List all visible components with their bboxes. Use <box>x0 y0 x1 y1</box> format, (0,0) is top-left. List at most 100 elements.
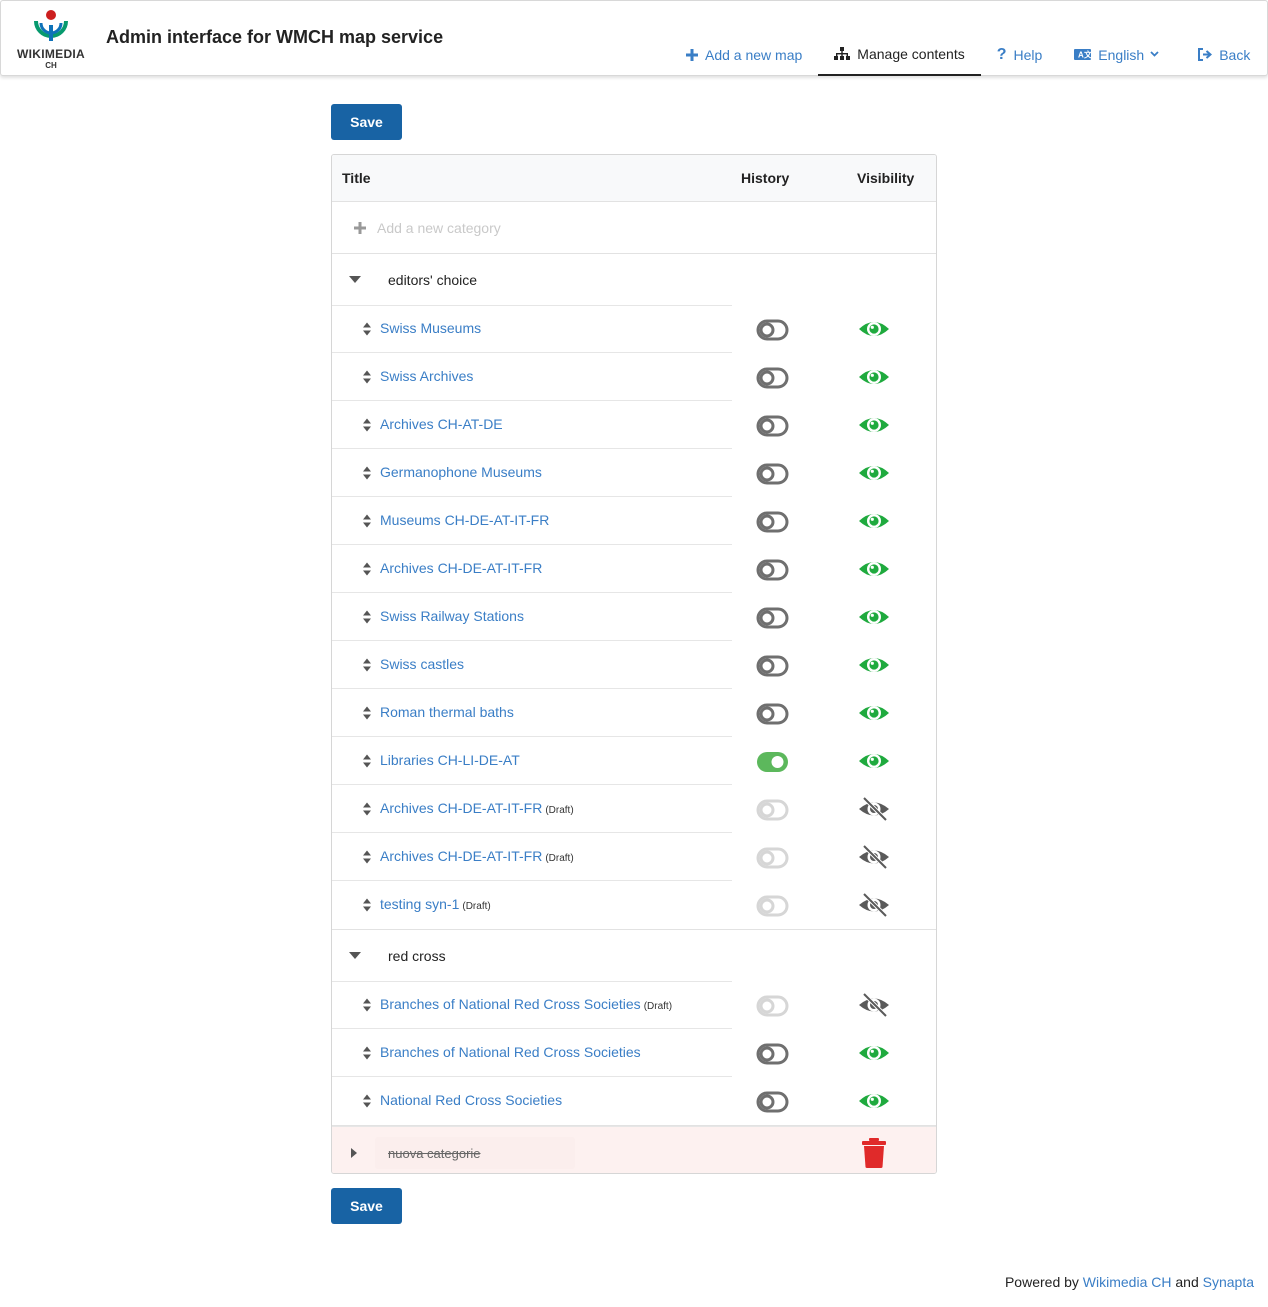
map-title-link[interactable]: Branches of National Red Cross Societies… <box>380 996 672 1012</box>
sort-handle-icon[interactable] <box>362 705 372 721</box>
eye-icon[interactable] <box>857 701 891 725</box>
chevron-down-icon <box>1150 49 1159 60</box>
sort-handle-icon[interactable] <box>362 657 372 673</box>
eye-icon[interactable] <box>857 509 891 533</box>
eye-slash-icon[interactable] <box>857 844 891 870</box>
top-bar: WIKIMEDIA CH Admin interface for WMCH ma… <box>0 0 1268 76</box>
map-title: testing syn-1 <box>380 896 460 912</box>
map-title-link[interactable]: Archives CH-AT-DE <box>380 416 503 432</box>
sort-handle-icon[interactable] <box>362 849 372 865</box>
deleted-category-name: nuova categorie <box>375 1137 575 1169</box>
history-toggle-icon[interactable] <box>756 1091 789 1113</box>
map-title-link[interactable]: Swiss Railway Stations <box>380 608 524 624</box>
sort-handle-icon[interactable] <box>362 997 372 1013</box>
sort-handle-icon[interactable] <box>362 801 372 817</box>
sort-handle-icon[interactable] <box>362 417 372 433</box>
sort-handle-icon[interactable] <box>362 321 372 337</box>
history-toggle-icon[interactable] <box>756 367 789 389</box>
map-title-link[interactable]: Archives CH-DE-AT-IT-FR (Draft) <box>380 800 574 816</box>
synapta-link[interactable]: Synapta <box>1203 1274 1254 1290</box>
history-toggle-icon[interactable] <box>756 463 789 485</box>
map-title-link[interactable]: National Red Cross Societies <box>380 1092 562 1108</box>
eye-icon[interactable] <box>857 749 891 773</box>
map-title-link[interactable]: Germanophone Museums <box>380 464 542 480</box>
column-history: History <box>741 170 790 186</box>
category-row: editors' choice <box>332 254 936 306</box>
eye-icon[interactable] <box>857 317 891 341</box>
eye-icon[interactable] <box>857 557 891 581</box>
caret-down-icon[interactable] <box>348 948 362 962</box>
deleted-category-row: nuova categorie <box>332 1126 936 1173</box>
sort-handle-icon[interactable] <box>362 897 372 913</box>
wikimedia-ch-link[interactable]: Wikimedia CH <box>1083 1274 1172 1290</box>
history-toggle-icon <box>756 799 789 821</box>
map-title-link[interactable]: Roman thermal baths <box>380 704 514 720</box>
nav-back[interactable]: Back <box>1175 33 1266 76</box>
map-title-link[interactable]: Branches of National Red Cross Societies <box>380 1044 641 1060</box>
history-toggle-icon[interactable] <box>756 559 789 581</box>
history-toggle-icon[interactable] <box>756 607 789 629</box>
eye-icon[interactable] <box>857 1041 891 1065</box>
sort-handle-icon[interactable] <box>362 753 372 769</box>
eye-icon[interactable] <box>857 605 891 629</box>
sort-handle-icon[interactable] <box>362 465 372 481</box>
eye-icon[interactable] <box>857 413 891 437</box>
eye-icon[interactable] <box>857 365 891 389</box>
history-toggle-icon[interactable] <box>756 415 789 437</box>
map-title-link[interactable]: testing syn-1 (Draft) <box>380 896 491 912</box>
map-title: Swiss castles <box>380 656 465 672</box>
nav-help[interactable]: ? Help <box>981 33 1059 76</box>
caret-right-icon[interactable] <box>348 1146 360 1160</box>
sort-handle-icon[interactable] <box>362 561 372 577</box>
sort-handle-icon[interactable] <box>362 1093 372 1109</box>
history-toggle-icon[interactable] <box>756 511 789 533</box>
nav-help-label: Help <box>1013 46 1043 63</box>
sort-handle-icon[interactable] <box>362 369 372 385</box>
draft-badge: (Draft) <box>545 853 574 864</box>
add-category-row <box>332 202 936 254</box>
map-title-link[interactable]: Libraries CH-LI-DE-AT <box>380 752 520 768</box>
map-row: Swiss Railway Stations <box>332 593 936 641</box>
category-name[interactable]: red cross <box>388 948 446 964</box>
history-toggle-icon <box>756 995 789 1017</box>
sort-handle-icon[interactable] <box>362 609 372 625</box>
map-title-link[interactable]: Museums CH-DE-AT-IT-FR <box>380 512 549 528</box>
nav-language-dropdown[interactable]: A文 English <box>1058 33 1175 76</box>
map-row: testing syn-1 (Draft) <box>332 881 936 929</box>
logo-text: WIKIMEDIA <box>16 47 86 61</box>
history-toggle-icon[interactable] <box>756 655 789 677</box>
history-toggle-icon[interactable] <box>756 319 789 341</box>
nav-manage-contents[interactable]: Manage contents <box>818 33 981 76</box>
save-button-bottom[interactable]: Save <box>331 1188 402 1224</box>
map-title: Swiss Museums <box>380 320 482 336</box>
sort-handle-icon[interactable] <box>362 513 372 529</box>
eye-slash-icon[interactable] <box>857 796 891 822</box>
map-title-link[interactable]: Swiss castles <box>380 656 464 672</box>
category-name[interactable]: editors' choice <box>388 272 477 288</box>
save-button-top[interactable]: Save <box>331 104 402 140</box>
map-title: Archives CH-AT-DE <box>380 416 503 432</box>
eye-slash-icon[interactable] <box>857 892 891 918</box>
eye-icon[interactable] <box>857 1089 891 1113</box>
map-title-link[interactable]: Swiss Archives <box>380 368 473 384</box>
map-title: Swiss Archives <box>380 368 474 384</box>
history-toggle-icon[interactable] <box>756 1043 789 1065</box>
history-toggle-icon[interactable] <box>756 751 789 773</box>
history-toggle-icon[interactable] <box>756 703 789 725</box>
eye-icon[interactable] <box>857 653 891 677</box>
map-row: Archives CH-DE-AT-IT-FR <box>332 545 936 593</box>
add-category-input[interactable] <box>377 215 677 241</box>
eye-icon[interactable] <box>857 461 891 485</box>
map-title-link[interactable]: Swiss Museums <box>380 320 481 336</box>
eye-slash-icon[interactable] <box>857 992 891 1018</box>
nav-back-label: Back <box>1219 46 1251 63</box>
map-title-link[interactable]: Archives CH-DE-AT-IT-FR <box>380 560 542 576</box>
wikimedia-logo[interactable]: WIKIMEDIA CH <box>11 9 91 71</box>
trash-icon[interactable] <box>861 1138 887 1168</box>
sort-handle-icon[interactable] <box>362 1045 372 1061</box>
map-title-link[interactable]: Archives CH-DE-AT-IT-FR (Draft) <box>380 848 574 864</box>
caret-down-icon[interactable] <box>348 272 362 286</box>
map-row: Swiss castles <box>332 641 936 689</box>
map-row: Museums CH-DE-AT-IT-FR <box>332 497 936 545</box>
nav-add-map[interactable]: Add a new map <box>670 33 818 76</box>
